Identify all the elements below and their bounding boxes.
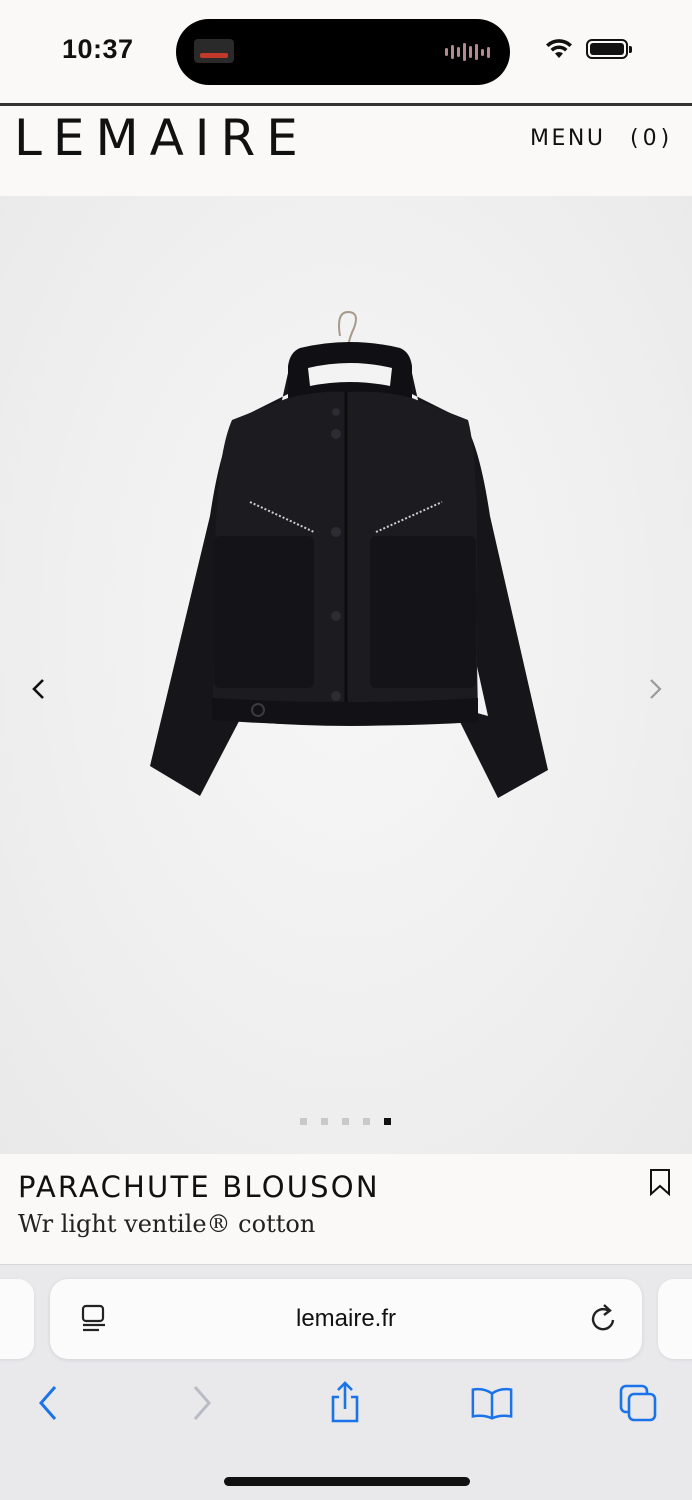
battery-icon xyxy=(586,39,632,59)
menu-button[interactable]: MENU xyxy=(530,126,605,151)
gallery-dot[interactable] xyxy=(342,1118,349,1125)
forward-icon xyxy=(193,1386,211,1420)
reload-icon[interactable] xyxy=(588,1301,620,1335)
wifi-icon xyxy=(546,39,572,58)
chevron-left-icon xyxy=(32,679,44,699)
tabs-button[interactable] xyxy=(616,1381,660,1425)
gallery-dot[interactable] xyxy=(300,1118,307,1125)
address-bar[interactable]: lemaire.fr xyxy=(50,1279,642,1359)
brand-logo[interactable]: LEMAIRE xyxy=(14,110,309,166)
back-button[interactable] xyxy=(28,1381,72,1425)
audio-wave-icon xyxy=(445,43,490,61)
product-info: PARACHUTE BLOUSON Wr light ventile® cott… xyxy=(0,1154,692,1264)
back-icon xyxy=(39,1386,57,1420)
forward-button[interactable] xyxy=(178,1381,222,1425)
now-playing-thumbnail xyxy=(194,39,234,63)
share-icon xyxy=(331,1381,359,1423)
cart-button[interactable]: (0) xyxy=(630,126,673,151)
chevron-right-icon xyxy=(650,679,662,699)
bookmarks-icon xyxy=(471,1387,513,1420)
site-header: LEMAIRE MENU (0) xyxy=(0,103,692,196)
next-image-button[interactable] xyxy=(640,674,670,704)
gallery-dot[interactable] xyxy=(363,1118,370,1125)
status-bar: 10:37 xyxy=(0,0,692,104)
previous-image-button[interactable] xyxy=(24,674,54,704)
gallery-dot[interactable] xyxy=(321,1118,328,1125)
gallery-pagination xyxy=(300,1118,391,1125)
bookmark-icon xyxy=(650,1169,670,1197)
status-time: 10:37 xyxy=(62,34,134,64)
status-icons xyxy=(544,38,632,60)
share-button[interactable] xyxy=(323,1381,367,1425)
tabs-icon xyxy=(619,1384,657,1422)
bookmarks-button[interactable] xyxy=(470,1381,514,1425)
wishlist-button[interactable] xyxy=(648,1168,672,1201)
previous-tab-preview[interactable] xyxy=(0,1279,34,1359)
product-subtitle: Wr light ventile® cotton xyxy=(18,1210,316,1238)
home-indicator xyxy=(224,1477,470,1486)
product-title: PARACHUTE BLOUSON xyxy=(18,1170,380,1204)
browser-toolbar xyxy=(0,1381,692,1431)
url-text[interactable]: lemaire.fr xyxy=(50,1305,642,1333)
product-image xyxy=(150,310,548,798)
product-gallery[interactable] xyxy=(0,196,692,1154)
browser-bottom-bar: lemaire.fr xyxy=(0,1264,692,1500)
next-tab-preview[interactable] xyxy=(658,1279,692,1359)
dynamic-island xyxy=(176,19,510,85)
gallery-dot[interactable] xyxy=(384,1118,391,1125)
